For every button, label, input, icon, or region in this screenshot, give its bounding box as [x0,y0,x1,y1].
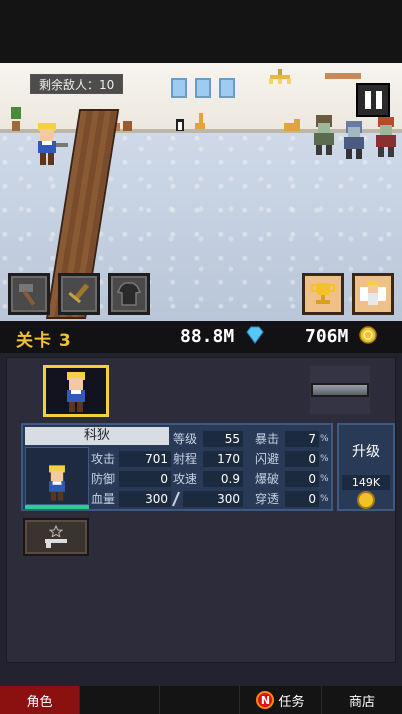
hammer-icon [19,284,36,306]
percent-sign: % [320,434,329,444]
character-panel: 科狄 攻击 701 防御 0 血量 300 300 等级 55 射程 170 攻… [0,353,402,686]
zombie-enemy [344,121,364,159]
potted-plant-icon [11,107,21,131]
chandelier-icon [269,69,291,84]
percent-sign: % [320,494,329,504]
crit-label: 暴击 [255,432,280,446]
attack-value: 701 [119,451,171,467]
window [171,78,187,98]
resource-bar: 关卡 3 88.8M 706M [0,321,402,353]
burst-label: 爆破 [255,472,280,486]
tab-character-label: 角色 [26,694,53,710]
gem-count: 88.8M [180,326,265,347]
window [219,78,235,98]
tab-character[interactable]: 角色 [0,686,80,714]
skill-slot-hammer[interactable] [8,273,50,315]
percent-sign: % [320,474,329,484]
tab-shop-label: 商店 [348,694,375,710]
hero-stats-panel: 科狄 攻击 701 防御 0 血量 300 300 等级 55 射程 170 攻… [21,423,333,511]
wall-shelf-icon [325,73,361,79]
level-value: 55 [203,431,243,447]
hero-avatar [67,372,85,412]
bottom-nav: 角色 N 任务 商店 [0,686,402,714]
selected-hero-portrait[interactable] [43,365,109,417]
tab-tasks-label: 任务 [278,694,305,710]
gem-count-value: 88.8M [180,326,235,347]
dodge-label: 闪避 [255,452,280,466]
slash-icon [172,491,180,507]
tab-shop[interactable]: 商店 [322,686,402,714]
burst-value: 0 [285,471,319,487]
range-label: 射程 [173,452,198,466]
hero-avatar [49,465,65,501]
star-icon [49,525,63,537]
hp-label: 血量 [91,492,116,506]
trophy-button[interactable] [302,273,344,315]
pierce-label: 穿透 [255,492,280,506]
upgrade-button[interactable]: 升级 149K [337,423,395,511]
armor-icon [116,282,142,306]
range-value: 170 [203,451,243,467]
weapon-bar-icon [311,383,369,397]
pause-icon [364,91,371,109]
tab-tasks[interactable]: N 任务 [240,686,322,714]
angel-icon [360,281,386,305]
enemies-remaining-label: 剩余敌人：10 [30,74,124,94]
penguin-toy-icon [176,119,184,131]
defense-label: 防御 [91,472,116,486]
skill-slot-sword[interactable] [58,273,100,315]
window [195,78,211,98]
giraffe-toy-icon [195,113,205,129]
coin-icon [357,491,375,509]
hero-character [38,123,68,165]
notification-badge: N [256,691,275,709]
diamond-icon [246,326,264,344]
sword-icon [68,283,90,304]
tab-empty-1[interactable] [80,686,160,714]
attack-label: 攻击 [91,452,116,466]
skill-slot-armor[interactable] [108,273,150,315]
zombie-enemy [376,117,396,157]
pause-button[interactable] [356,83,390,117]
hero-mini-portrait [25,447,89,505]
zombie-enemy [314,115,334,155]
dodge-value: 0 [285,451,319,467]
pause-icon [375,91,382,109]
hp-max-value: 300 [183,491,243,507]
crit-value: 7 [285,431,319,447]
tab-empty-2[interactable] [160,686,240,714]
gold-count-value: 706M [305,326,349,347]
angel-button[interactable] [352,273,394,315]
speed-label: 攻速 [173,472,198,486]
percent-sign: % [320,454,329,464]
hero-name: 科狄 [25,427,169,445]
hp-value: 300 [119,491,171,507]
gold-count: 706M [305,326,377,347]
duck-toy-icon [284,119,300,131]
pierce-value: 0 [285,491,319,507]
equipped-weapon[interactable] [310,366,370,414]
defense-value: 0 [119,471,171,487]
level-label: 等级 [173,432,198,446]
game-scene[interactable]: 剩余敌人：10 [0,63,402,321]
top-status-area [0,0,402,63]
stage-label: 关卡 3 [16,331,72,351]
upgrade-label: 升级 [352,444,380,460]
speed-value: 0.9 [203,471,243,487]
character-panel-inner: 科狄 攻击 701 防御 0 血量 300 300 等级 55 射程 170 攻… [6,357,396,663]
coin-icon [359,326,377,344]
upgrade-cost: 149K [342,475,390,490]
pistol-icon [45,539,67,548]
hero-hp-bar [25,505,89,509]
trophy-icon [311,283,335,304]
weapon-slot[interactable] [23,518,89,556]
